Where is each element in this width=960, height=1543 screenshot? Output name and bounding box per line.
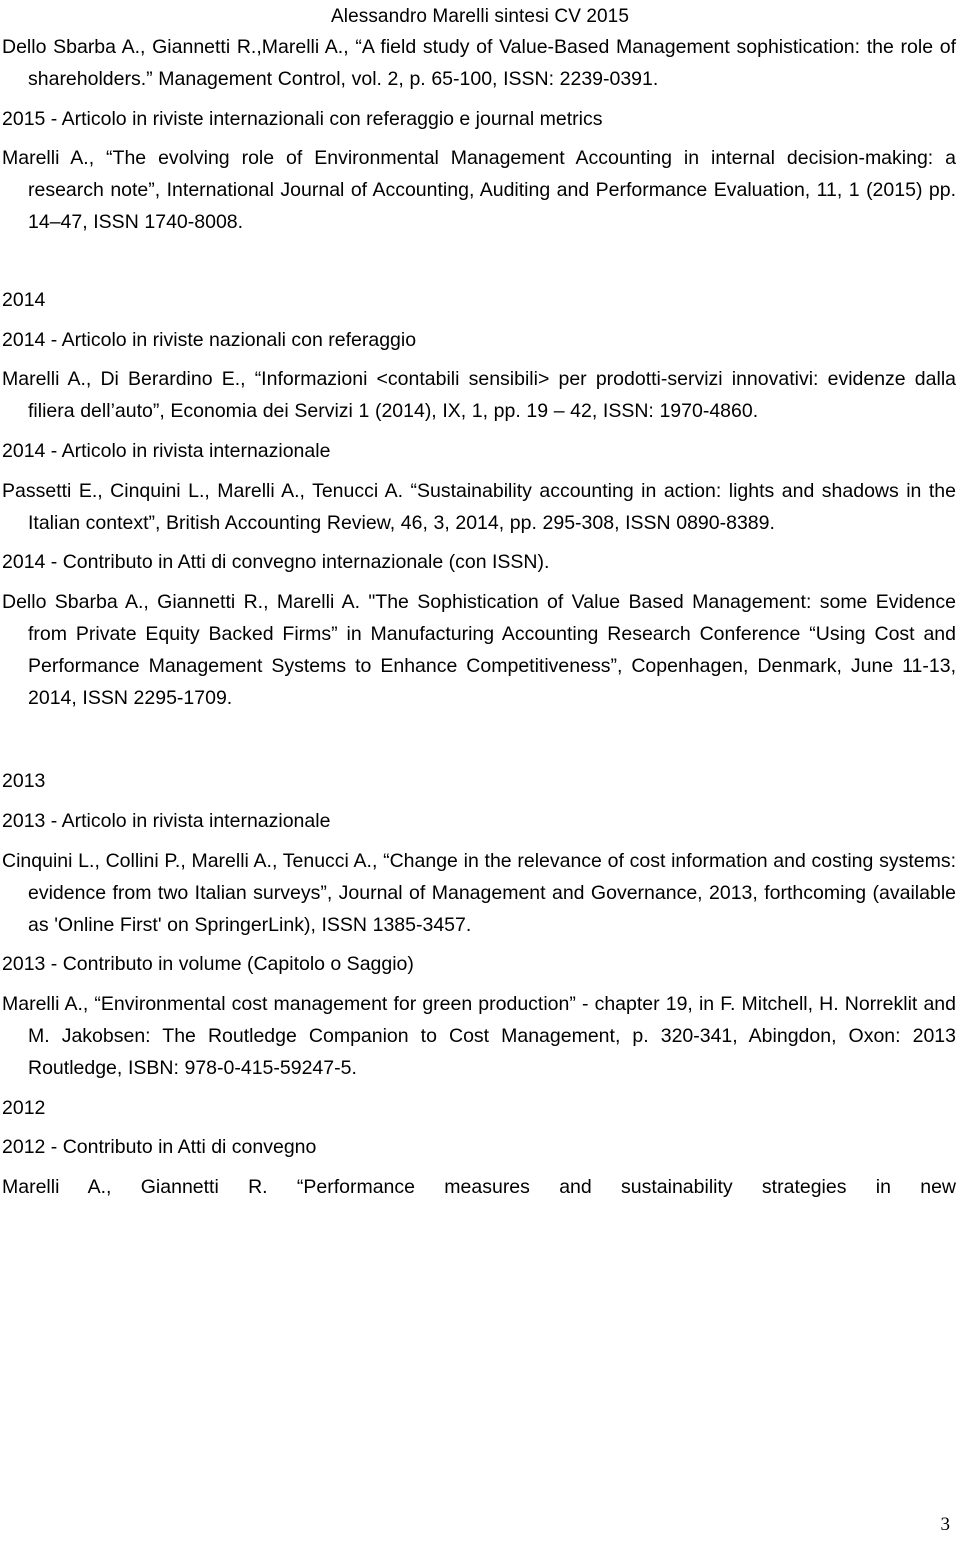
reference-entry: Marelli A., “The evolving role of Enviro… [2, 147, 956, 233]
reference-entry: Marelli A., Giannetti R. “Performance me… [2, 1176, 956, 1199]
section-subheading: 2014 - Contributo in Atti di convegno in… [2, 551, 550, 574]
section-subheading: 2014 - Articolo in rivista internazional… [2, 439, 331, 462]
section-subheading: 2013 - Contributo in volume (Capitolo o … [2, 953, 414, 976]
section-subheading: 2014 - Articolo in riviste nazionali con… [2, 328, 417, 351]
year-heading: 2013 [2, 770, 46, 793]
year-heading: 2014 [2, 288, 46, 311]
section-subheading: 2015 - Articolo in riviste internazional… [2, 107, 603, 130]
document-body: Dello Sbarba A., Giannetti R.,Marelli A.… [0, 32, 960, 1236]
reference-entry: Marelli A., “Environmental cost manageme… [2, 993, 956, 1079]
reference-entry: Dello Sbarba A., Giannetti R., Marelli A… [2, 591, 956, 709]
page-number: 3 [940, 1514, 951, 1535]
document-header: Alessandro Marelli sintesi CV 2015 [330, 6, 630, 27]
document-page: Alessandro Marelli sintesi CV 2015 Dello… [0, 0, 960, 1543]
section-subheading: 2013 - Articolo in rivista internazional… [2, 810, 331, 833]
year-heading: 2012 [2, 1096, 46, 1119]
reference-entry: Dello Sbarba A., Giannetti R.,Marelli A.… [2, 36, 956, 90]
reference-entry: Passetti E., Cinquini L., Marelli A., Te… [2, 479, 956, 534]
reference-entry: Marelli A., Di Berardino E., “Informazio… [2, 368, 956, 423]
reference-entry: Cinquini L., Collini P., Marelli A., Ten… [2, 849, 956, 936]
section-subheading: 2012 - Contributo in Atti di convegno [2, 1136, 317, 1159]
